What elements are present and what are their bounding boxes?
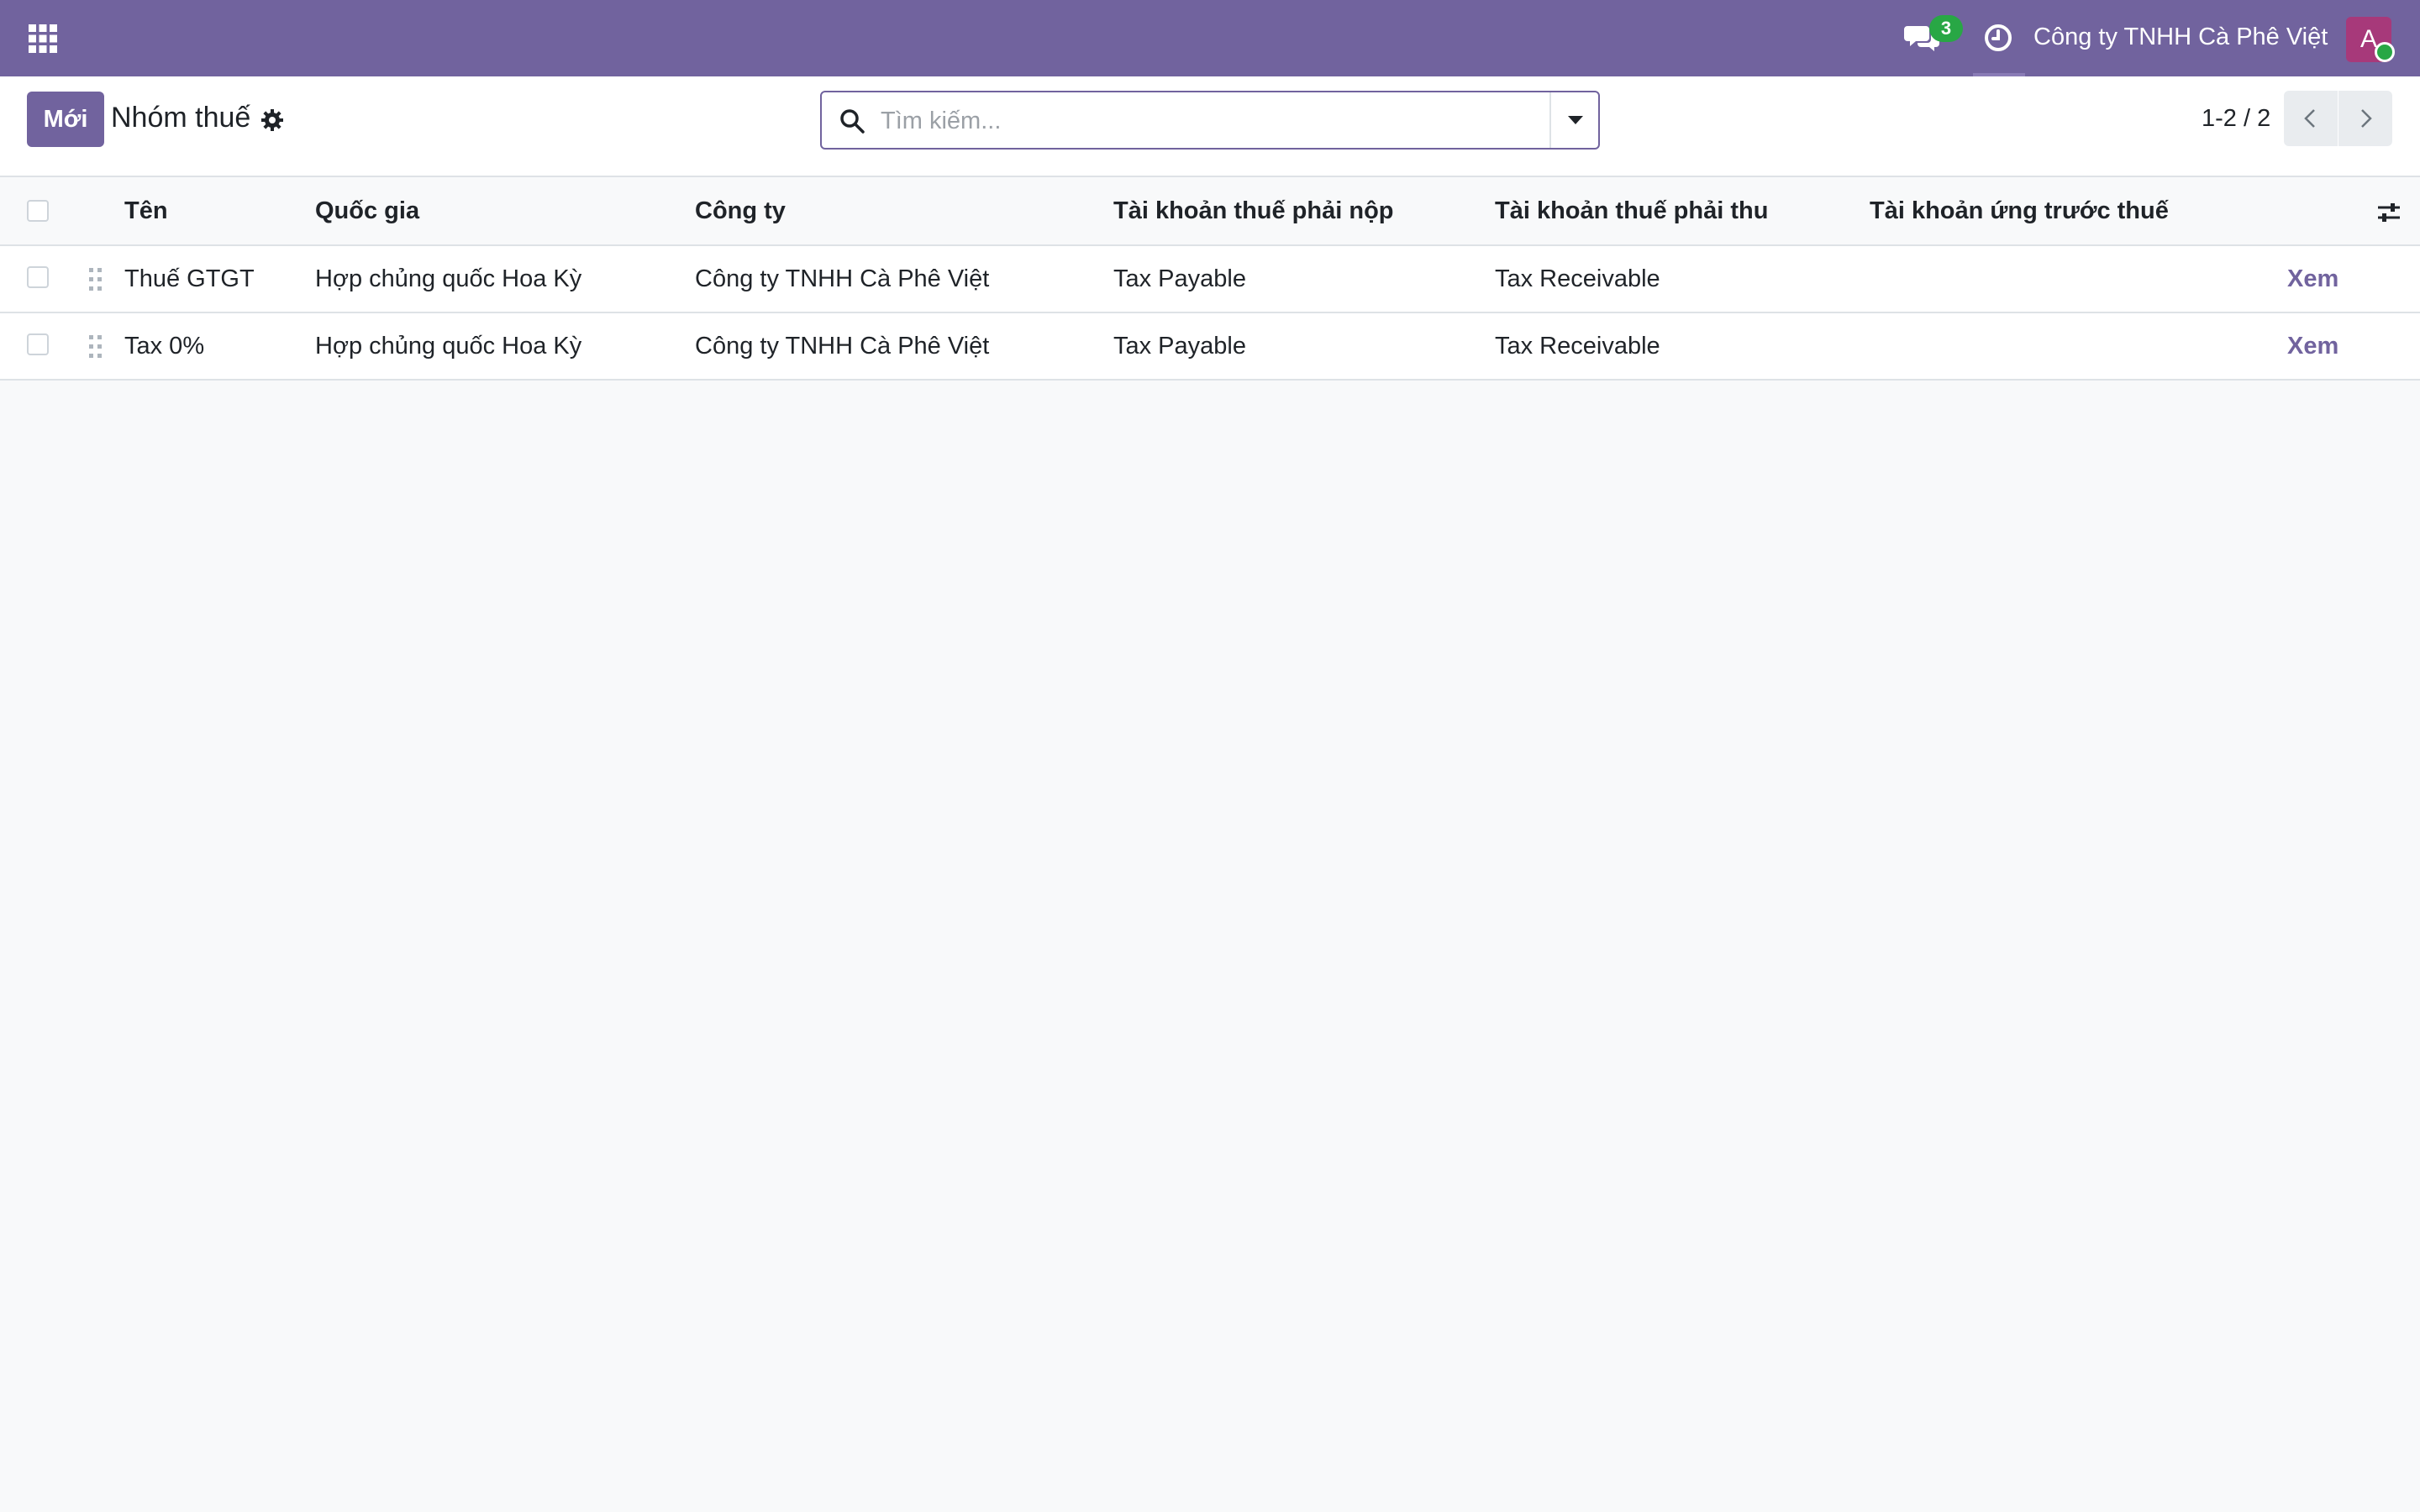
chevron-left-icon	[2304, 109, 2315, 128]
column-header-advance-account[interactable]: Tài khoản ứng trước thuế	[1870, 197, 2169, 225]
select-all-checkbox[interactable]	[27, 200, 49, 222]
company-switcher[interactable]: Công ty TNHH Cà Phê Việt	[2033, 24, 2328, 51]
cell-payable-account: Tax Payable	[1113, 265, 1246, 292]
column-header-company[interactable]: Công ty	[695, 197, 786, 225]
caret-down-icon	[1568, 116, 1583, 124]
view-link[interactable]: Xem	[2287, 333, 2338, 360]
cell-receivable-account: Tax Receivable	[1495, 265, 1660, 292]
cell-country: Hợp chủng quốc Hoa Kỳ	[315, 333, 582, 360]
unread-messages-badge: 3	[1929, 15, 1963, 42]
control-panel: Mới Nhóm thuế 1-2 / 2	[0, 76, 2420, 177]
drag-handle-icon[interactable]	[87, 266, 104, 293]
top-navbar: 3 Công ty TNHH Cà Phê Việt A	[0, 0, 2420, 76]
cell-company: Công ty TNHH Cà Phê Việt	[695, 265, 990, 292]
search-icon	[840, 109, 865, 134]
search-bar	[820, 91, 1600, 150]
view-link[interactable]: Xem	[2287, 265, 2338, 293]
column-header-country[interactable]: Quốc gia	[315, 197, 419, 225]
table-row[interactable]: Thuế GTGT Hợp chủng quốc Hoa Kỳ Công ty …	[0, 246, 2420, 313]
cell-company: Công ty TNHH Cà Phê Việt	[695, 333, 990, 360]
cell-name: Tax 0%	[124, 333, 205, 360]
cell-country: Hợp chủng quốc Hoa Kỳ	[315, 265, 582, 292]
search-input[interactable]	[881, 102, 1519, 139]
drag-handle-icon[interactable]	[87, 333, 104, 360]
chevron-right-icon	[2361, 109, 2372, 128]
search-options-toggle[interactable]	[1549, 92, 1598, 148]
cell-receivable-account: Tax Receivable	[1495, 333, 1660, 360]
row-checkbox[interactable]	[27, 266, 49, 288]
row-checkbox[interactable]	[27, 333, 49, 355]
table-row[interactable]: Tax 0% Hợp chủng quốc Hoa Kỳ Công ty TNH…	[0, 313, 2420, 381]
online-status-indicator	[2375, 42, 2395, 62]
gear-icon[interactable]	[260, 108, 284, 132]
optional-columns-sliders-icon[interactable]	[2376, 200, 2402, 225]
pager-next-button[interactable]	[2338, 91, 2392, 146]
pager-value[interactable]: 1-2 / 2	[2202, 105, 2270, 133]
column-header-receivable-account[interactable]: Tài khoản thuế phải thu	[1495, 197, 1768, 225]
table-header: Tên Quốc gia Công ty Tài khoản thuế phải…	[0, 177, 2420, 246]
cell-payable-account: Tax Payable	[1113, 333, 1246, 360]
activity-clock-icon[interactable]	[1983, 23, 2013, 53]
column-header-name[interactable]: Tên	[124, 197, 168, 225]
cell-name: Thuế GTGT	[124, 265, 255, 292]
page-title: Nhóm thuế	[111, 102, 251, 134]
new-button[interactable]: Mới	[27, 92, 104, 147]
column-header-payable-account[interactable]: Tài khoản thuế phải nộp	[1113, 197, 1394, 225]
apps-menu-icon[interactable]	[27, 23, 59, 55]
pager-previous-button[interactable]	[2284, 91, 2338, 146]
